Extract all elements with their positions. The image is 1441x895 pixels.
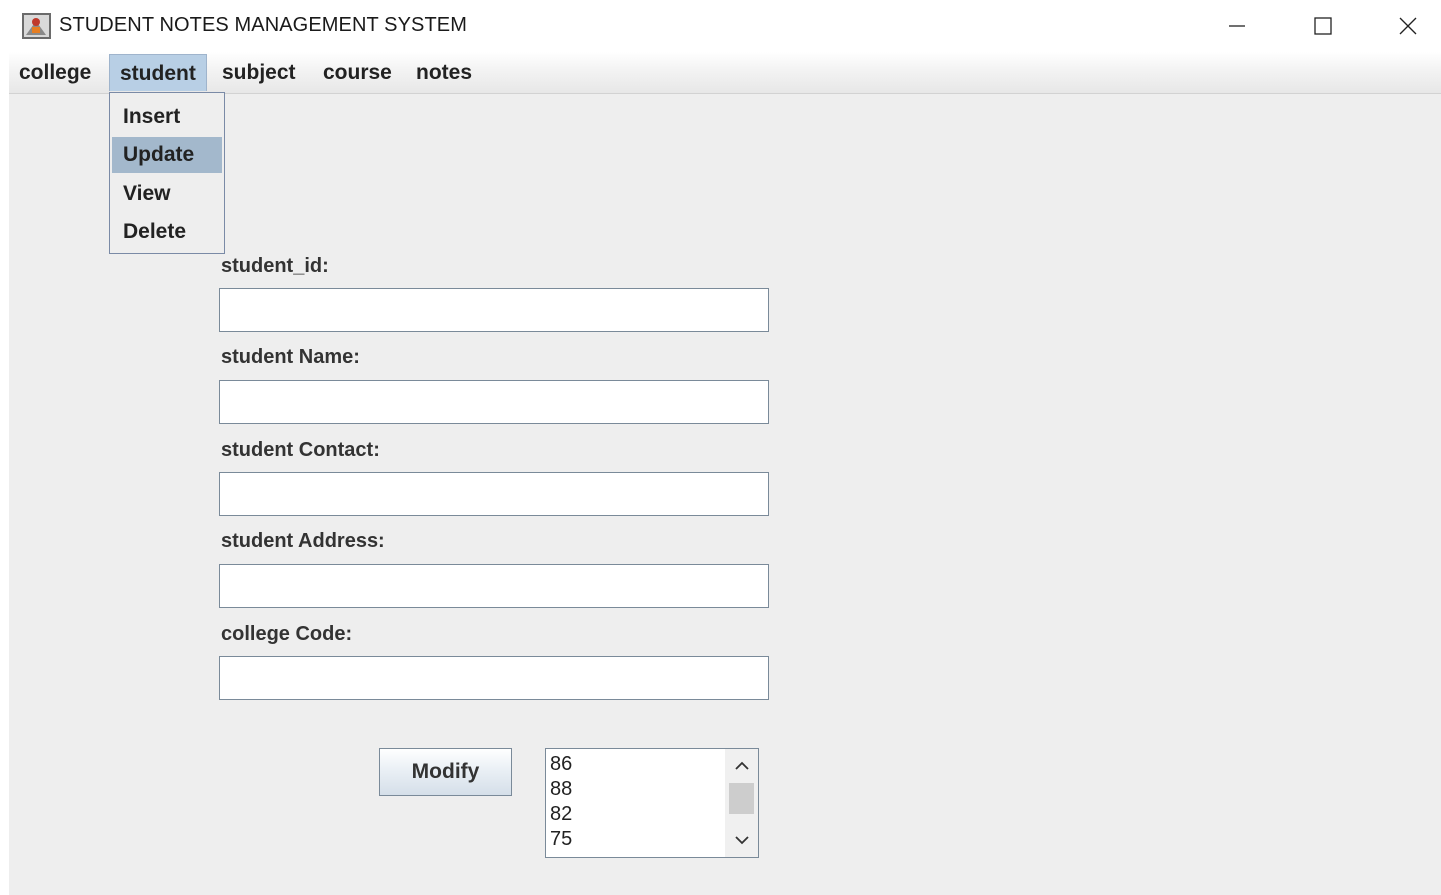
menu-item-update[interactable]: Update (112, 137, 222, 173)
chevron-down-icon (734, 836, 749, 845)
minimize-button[interactable] (1194, 0, 1280, 52)
student-address-label: student Address: (221, 530, 385, 552)
menu-bar: college student subject course notes (9, 52, 1441, 94)
minimize-icon (1229, 25, 1245, 27)
student-id-label: student_id: (221, 255, 329, 277)
close-icon (1399, 17, 1417, 35)
student-contact-label: student Contact: (221, 439, 380, 461)
student-name-input[interactable] (219, 380, 769, 424)
scroll-down-button[interactable] (725, 825, 758, 855)
student-name-label: student Name: (221, 346, 360, 368)
java-app-icon (22, 13, 51, 39)
list-item[interactable]: 75 (550, 827, 572, 852)
scroll-thumb[interactable] (729, 783, 754, 814)
modify-button[interactable]: Modify (379, 748, 512, 796)
menu-item-view[interactable]: View (112, 176, 222, 212)
college-code-input[interactable] (219, 656, 769, 700)
maximize-icon (1314, 17, 1332, 35)
menu-item-delete[interactable]: Delete (112, 214, 222, 250)
menu-notes[interactable]: notes (406, 54, 482, 91)
menu-subject[interactable]: subject (212, 54, 306, 91)
list-item[interactable]: 88 (550, 777, 572, 802)
menu-college[interactable]: college (9, 54, 101, 91)
listbox-scrollbar[interactable] (725, 749, 758, 857)
student-id-input[interactable] (219, 288, 769, 332)
window-title: STUDENT NOTES MANAGEMENT SYSTEM (59, 14, 467, 36)
id-listbox[interactable]: 86 88 82 75 (545, 748, 759, 858)
list-item[interactable]: 86 (550, 752, 572, 777)
menu-course[interactable]: course (313, 54, 402, 91)
college-code-label: college Code: (221, 623, 353, 645)
scroll-up-button[interactable] (725, 751, 758, 781)
list-item[interactable]: 82 (550, 802, 572, 827)
close-button[interactable] (1365, 0, 1441, 52)
maximize-button[interactable] (1280, 0, 1366, 52)
student-dropdown-menu: Insert Update View Delete (109, 92, 225, 254)
title-bar: STUDENT NOTES MANAGEMENT SYSTEM (0, 0, 1441, 52)
student-address-input[interactable] (219, 564, 769, 608)
menu-item-insert[interactable]: Insert (112, 99, 222, 135)
menu-student[interactable]: student (109, 54, 207, 91)
chevron-up-icon (734, 761, 749, 770)
student-contact-input[interactable] (219, 472, 769, 516)
